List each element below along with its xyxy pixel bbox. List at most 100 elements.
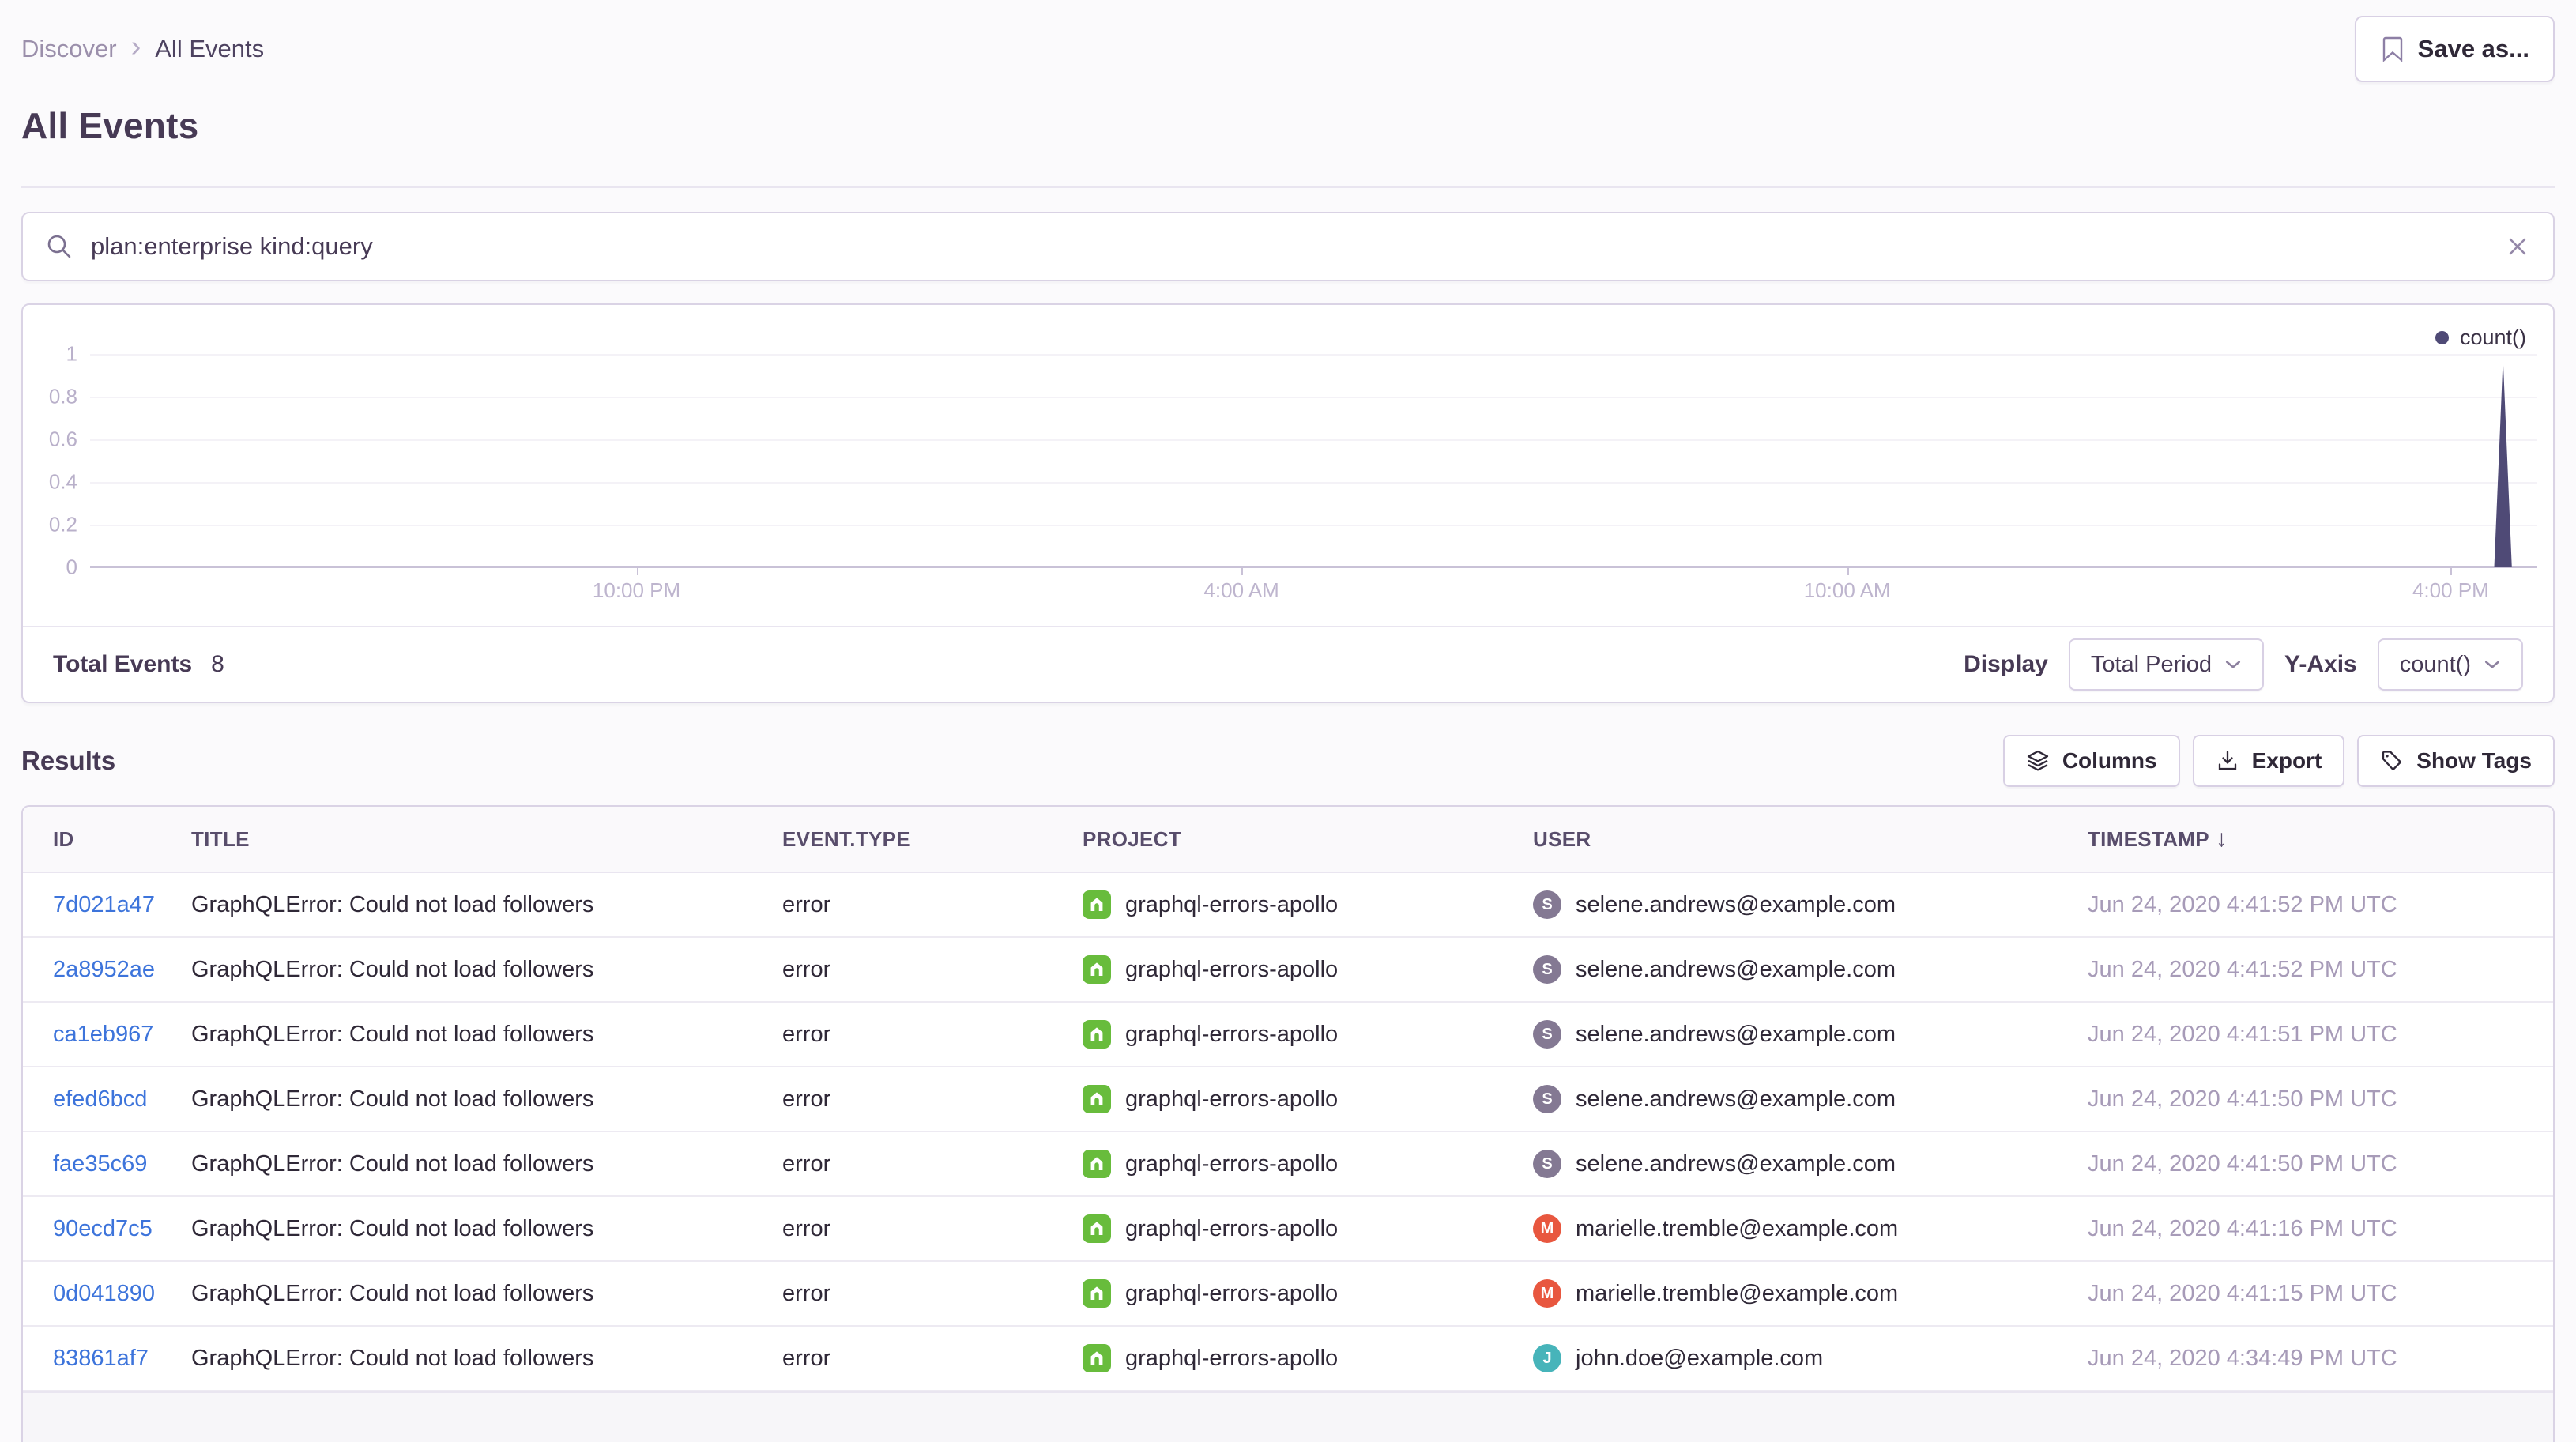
project-platform-icon <box>1083 1344 1111 1372</box>
event-type: error <box>782 1281 1083 1307</box>
x-tick <box>637 567 638 575</box>
breadcrumb-separator-icon: › <box>131 35 141 59</box>
event-title: GraphQLError: Could not load followers <box>191 1281 782 1307</box>
chart-legend[interactable]: count() <box>2435 326 2526 350</box>
user-email: selene.andrews@example.com <box>1576 1151 1896 1177</box>
user-email: marielle.tremble@example.com <box>1576 1281 1898 1307</box>
project-name: graphql-errors-apollo <box>1125 892 1338 918</box>
event-id-link[interactable]: 83861af7 <box>53 1346 149 1371</box>
bookmark-icon <box>2380 35 2405 63</box>
project-platform-icon <box>1083 1020 1111 1049</box>
event-timestamp: Jun 24, 2020 4:41:50 PM UTC <box>2088 1086 2553 1113</box>
user-avatar: J <box>1533 1344 1561 1372</box>
export-button[interactable]: Export <box>2193 735 2345 787</box>
save-as-button[interactable]: Save as... <box>2355 16 2555 82</box>
columns-label: Columns <box>2062 748 2157 774</box>
table-row: 83861af7 GraphQLError: Could not load fo… <box>23 1327 2553 1391</box>
table-row: 7d021a47 GraphQLError: Could not load fo… <box>23 873 2553 938</box>
event-type: error <box>782 892 1083 918</box>
breadcrumb: Discover › All Events <box>21 0 2555 63</box>
column-header-timestamp[interactable]: TIMESTAMP↓ <box>2088 826 2553 853</box>
event-title: GraphQLError: Could not load followers <box>191 1086 782 1113</box>
user-avatar: S <box>1533 1085 1561 1113</box>
x-tick-label: 4:00 AM <box>1203 578 1279 603</box>
x-tick <box>1847 567 1849 575</box>
event-type: error <box>782 1216 1083 1242</box>
clear-search-icon[interactable] <box>2504 233 2531 260</box>
y-axis-label: Y-Axis <box>2284 651 2357 678</box>
table-footer-strip <box>23 1391 2553 1442</box>
project-platform-icon <box>1083 955 1111 984</box>
x-tick-label: 10:00 PM <box>593 578 680 603</box>
x-tick <box>2450 567 2452 575</box>
download-icon <box>2216 749 2239 773</box>
project-name: graphql-errors-apollo <box>1125 1346 1338 1372</box>
user-email: marielle.tremble@example.com <box>1576 1216 1898 1242</box>
chart-footer: Total Events 8 Display Total Period Y-Ax… <box>23 626 2553 702</box>
breadcrumb-discover[interactable]: Discover <box>21 35 117 63</box>
search-icon <box>45 232 73 261</box>
discover-page: Discover › All Events All Events Save as… <box>0 0 2576 1433</box>
x-tick-label: 10:00 AM <box>1804 578 1891 603</box>
event-id-link[interactable]: efed6bcd <box>53 1086 147 1112</box>
table-header-row: ID TITLE EVENT.TYPE PROJECT USER TIMESTA… <box>23 807 2553 873</box>
search-bar <box>21 212 2555 281</box>
event-timestamp: Jun 24, 2020 4:41:52 PM UTC <box>2088 957 2553 983</box>
event-id-link[interactable]: 7d021a47 <box>53 892 155 917</box>
y-tick-label: 0.2 <box>49 513 77 537</box>
events-chart-panel: count() 1 0.8 0.6 0.4 0.2 0 10:00 PM <box>21 303 2555 703</box>
event-id-link[interactable]: 0d041890 <box>53 1281 155 1306</box>
event-type: error <box>782 957 1083 983</box>
columns-button[interactable]: Columns <box>2003 735 2180 787</box>
search-input[interactable] <box>91 232 2504 261</box>
project-name: graphql-errors-apollo <box>1125 1086 1338 1113</box>
column-header-title[interactable]: TITLE <box>191 827 782 852</box>
event-id-link[interactable]: ca1eb967 <box>53 1022 153 1047</box>
column-header-event-type[interactable]: EVENT.TYPE <box>782 827 1083 852</box>
user-email: selene.andrews@example.com <box>1576 892 1896 918</box>
event-type: error <box>782 1086 1083 1113</box>
project-platform-icon <box>1083 1150 1111 1178</box>
event-type: error <box>782 1346 1083 1372</box>
user-email: selene.andrews@example.com <box>1576 1086 1896 1113</box>
event-id-link[interactable]: fae35c69 <box>53 1151 147 1177</box>
display-dropdown-value: Total Period <box>2091 652 2212 678</box>
project-name: graphql-errors-apollo <box>1125 1022 1338 1048</box>
y-tick-label: 0 <box>66 555 77 580</box>
user-email: selene.andrews@example.com <box>1576 1022 1896 1048</box>
results-heading: Results <box>21 746 115 776</box>
table-row: efed6bcd GraphQLError: Could not load fo… <box>23 1067 2553 1132</box>
display-dropdown[interactable]: Total Period <box>2069 638 2264 691</box>
table-row: 90ecd7c5 GraphQLError: Could not load fo… <box>23 1197 2553 1262</box>
chevron-down-icon <box>2484 659 2501 670</box>
show-tags-button[interactable]: Show Tags <box>2357 735 2555 787</box>
column-header-project[interactable]: PROJECT <box>1083 827 1533 852</box>
y-tick-label: 1 <box>66 342 77 367</box>
column-header-user[interactable]: USER <box>1533 827 2088 852</box>
user-avatar: S <box>1533 1020 1561 1049</box>
event-timestamp: Jun 24, 2020 4:41:15 PM UTC <box>2088 1281 2553 1307</box>
project-name: graphql-errors-apollo <box>1125 1151 1338 1177</box>
results-table: ID TITLE EVENT.TYPE PROJECT USER TIMESTA… <box>21 805 2555 1442</box>
event-timestamp: Jun 24, 2020 4:41:16 PM UTC <box>2088 1216 2553 1242</box>
user-avatar: S <box>1533 955 1561 984</box>
column-header-id[interactable]: ID <box>23 827 191 852</box>
event-timestamp: Jun 24, 2020 4:41:52 PM UTC <box>2088 892 2553 918</box>
event-title: GraphQLError: Could not load followers <box>191 1346 782 1372</box>
y-tick-label: 0.6 <box>49 427 77 452</box>
y-axis-dropdown[interactable]: count() <box>2378 638 2523 691</box>
event-title: GraphQLError: Could not load followers <box>191 957 782 983</box>
x-tick <box>1241 567 1243 575</box>
chevron-down-icon <box>2224 659 2242 670</box>
legend-label: count() <box>2460 326 2526 350</box>
chart-spike <box>90 354 2537 567</box>
total-events-value: 8 <box>211 651 224 678</box>
project-platform-icon <box>1083 1214 1111 1243</box>
user-avatar: S <box>1533 1150 1561 1178</box>
events-chart: count() 1 0.8 0.6 0.4 0.2 0 10:00 PM <box>23 305 2553 626</box>
breadcrumb-all-events: All Events <box>155 35 264 63</box>
page-title: All Events <box>21 104 2555 147</box>
event-id-link[interactable]: 2a8952ae <box>53 957 155 982</box>
event-title: GraphQLError: Could not load followers <box>191 1216 782 1242</box>
event-id-link[interactable]: 90ecd7c5 <box>53 1216 153 1241</box>
